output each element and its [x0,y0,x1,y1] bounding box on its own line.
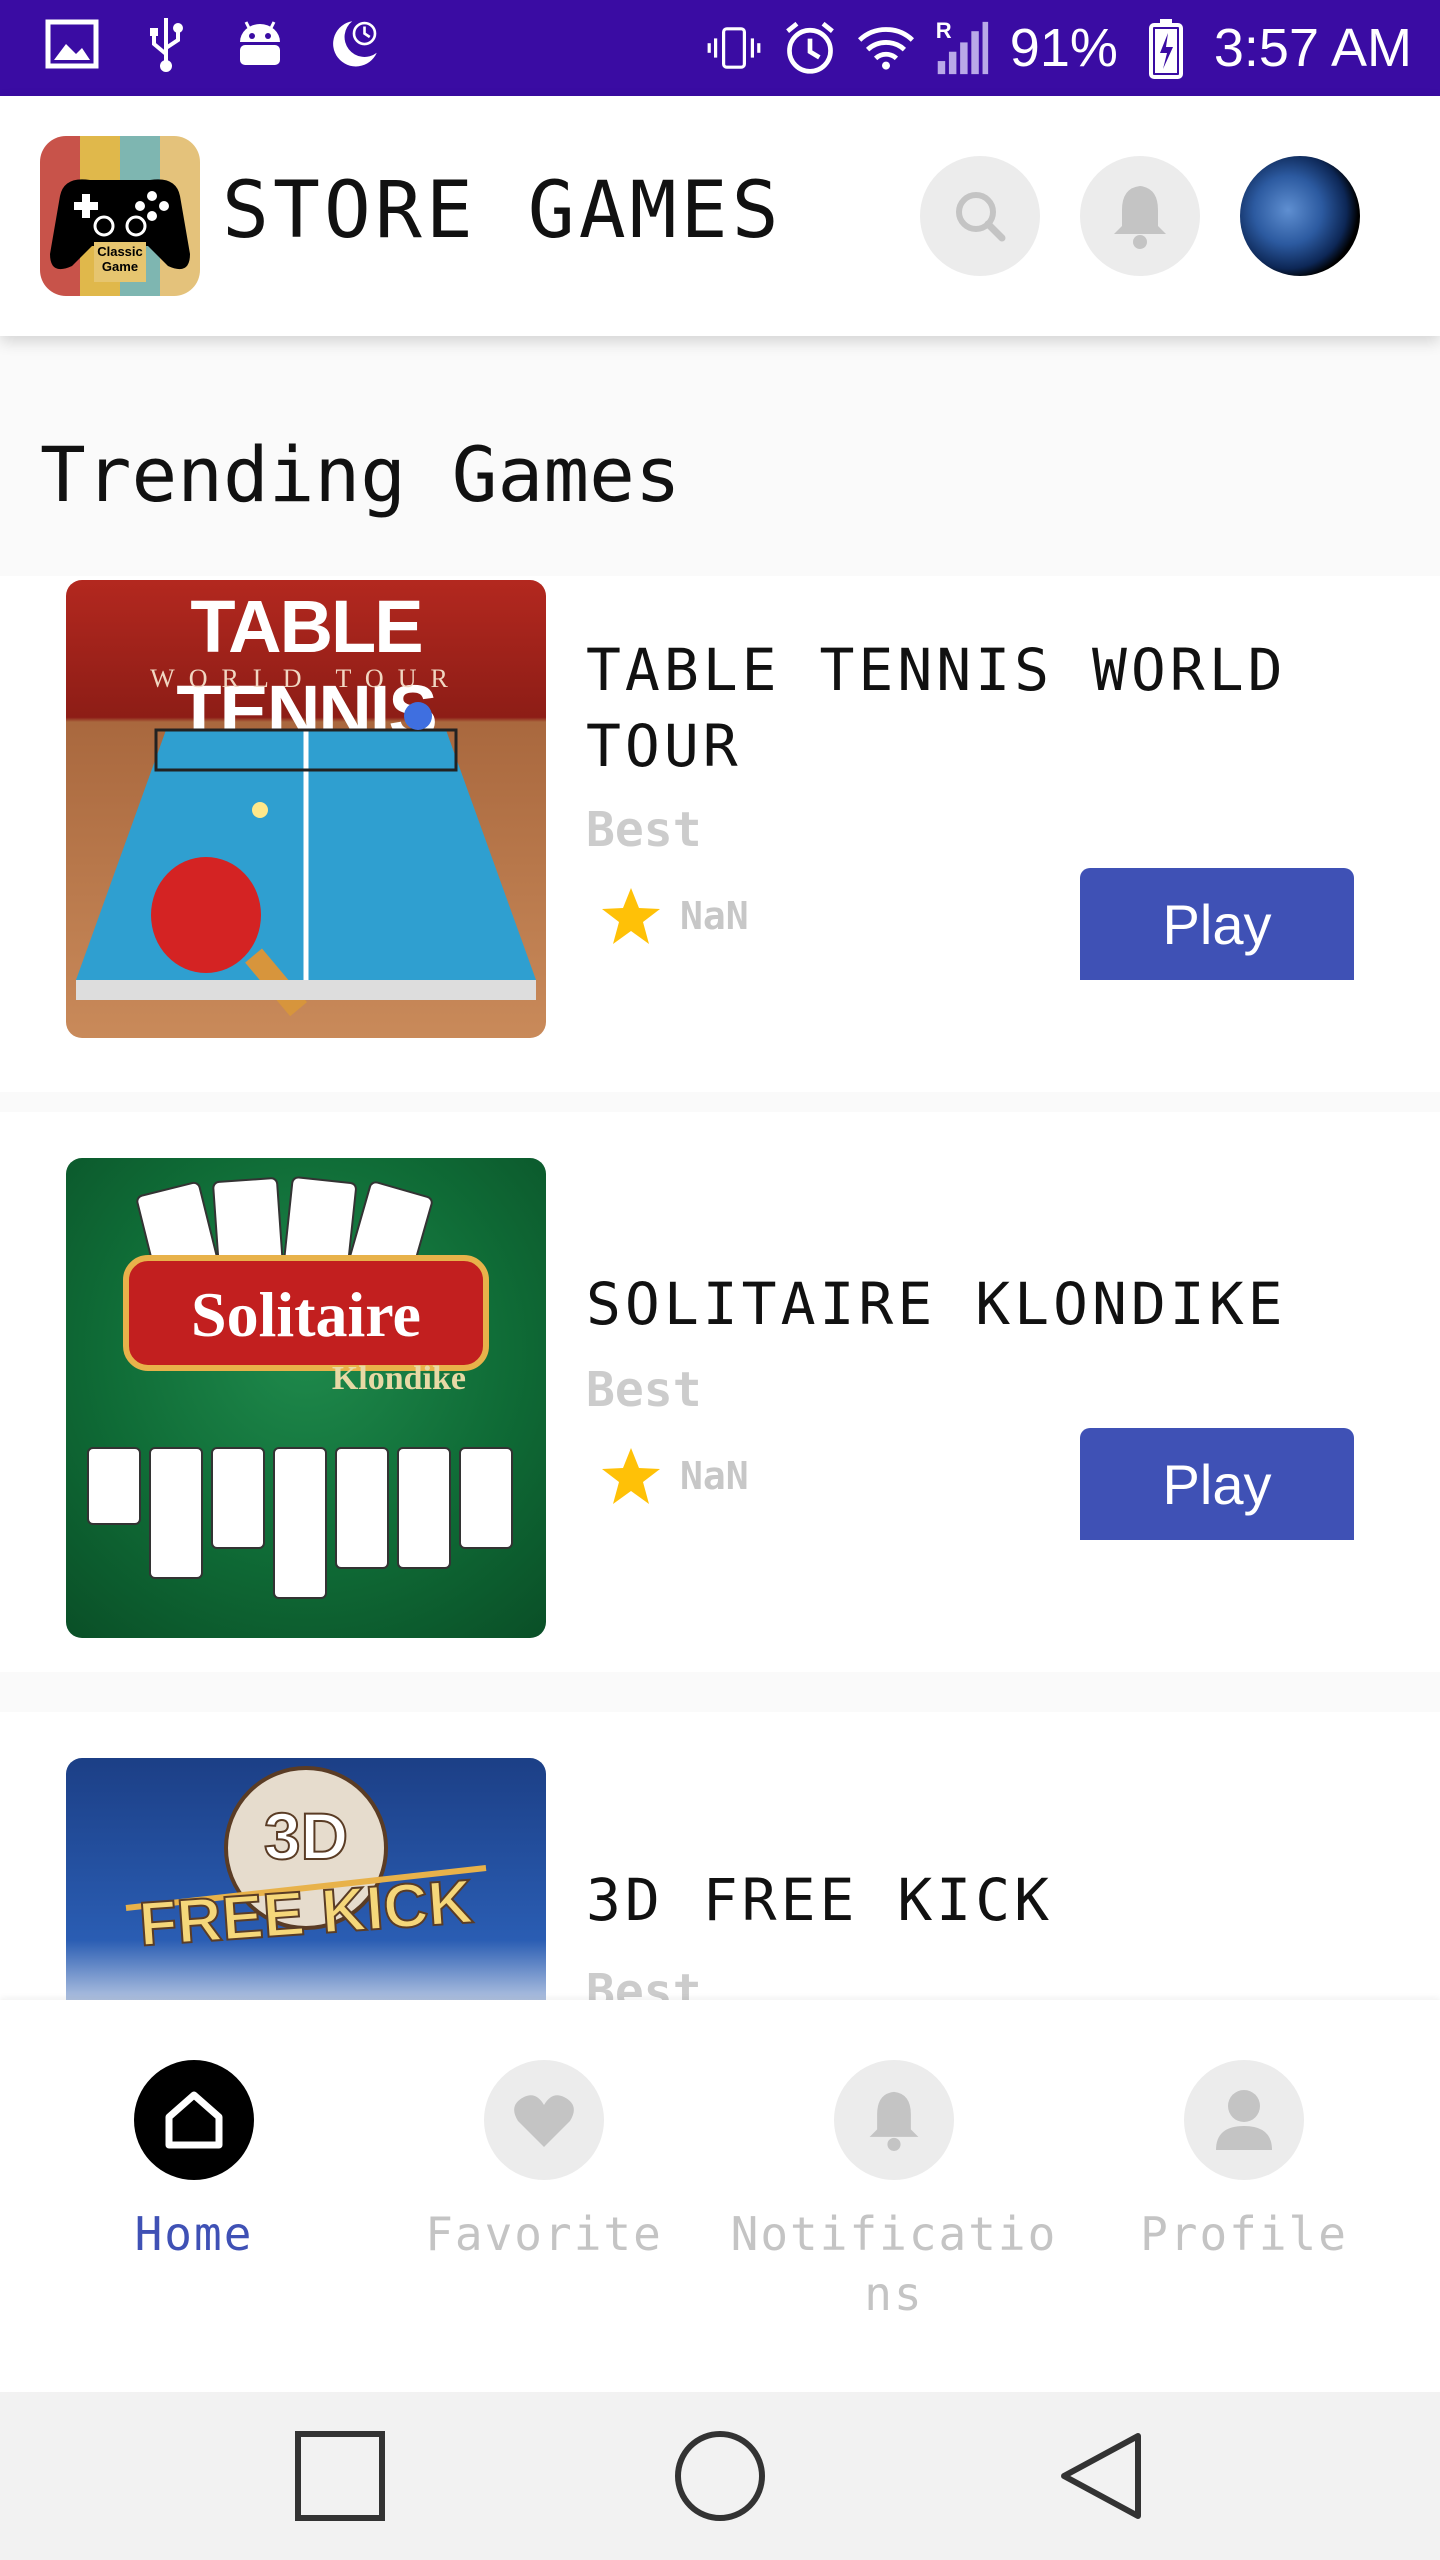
usb-icon [138,14,194,74]
game-subtitle: Best [586,1362,702,1418]
game-card[interactable]: 3D FREE KICK 3D FREE KICK Best [0,1712,1440,2020]
section-title: Trending Games [40,430,681,519]
battery-icon [1138,18,1194,79]
status-bar: R 91% 3:57 AM [0,0,1440,96]
vibrate-icon [706,18,762,78]
notifications-button[interactable] [834,2060,954,2180]
bell-icon [1114,186,1166,249]
heart-icon [514,2095,574,2147]
table-tennis-art [76,702,536,1017]
star-icon [602,1448,660,1504]
roaming-label: R [935,18,952,43]
game-thumbnail[interactable]: TABLE TENNIS WORLD TOUR [66,580,546,1038]
game-card[interactable]: TABLE TENNIS WORLD TOUR TABLE TENNIS WOR… [0,576,1440,1092]
person-icon [1216,2090,1272,2150]
nav-item-home[interactable]: Home [24,2060,364,2264]
game-subtitle: Best [586,802,702,858]
android-icon [232,14,288,74]
clock: 3:57 AM [1213,18,1412,78]
search-button[interactable] [920,156,1040,276]
game-thumbnail[interactable]: 3D FREE KICK [66,1758,546,2018]
game-card[interactable]: Solitaire Klondike SOLITAIRE KLONDIKE Be… [0,1112,1440,1672]
system-navigation-bar [0,2392,1440,2560]
favorite-button[interactable] [484,2060,604,2180]
circle-icon [675,2431,765,2521]
nav-item-favorite[interactable]: Favorite [374,2060,714,2264]
nav-item-profile[interactable]: Profile [1074,2060,1414,2264]
home-system-button[interactable] [670,2426,770,2526]
game-thumbnail[interactable]: Solitaire Klondike [66,1158,546,1638]
bottom-navigation: Home Favorite Notifications Profile [0,2000,1440,2392]
logo-text: Classic Game [97,244,143,274]
signal-icon: R [934,18,990,78]
back-button[interactable] [1052,2426,1152,2526]
home-icon [165,2091,223,2149]
game-title: TABLE TENNIS WORLD TOUR [586,636,1287,780]
recents-button[interactable] [290,2426,390,2526]
rating: NaN [600,1446,749,1506]
nav-label-favorite: Favorite [425,2207,663,2261]
moon-icon [326,14,382,74]
rating-value: NaN [680,894,749,938]
nav-label-notifications: Notifications [730,2207,1058,2321]
alarm-icon [782,18,838,78]
thumb-title: Solitaire [191,1279,421,1350]
app-title: STORE GAMES [222,166,783,256]
profile-button[interactable] [1184,2060,1304,2180]
app-logo[interactable]: Classic Game [40,136,200,296]
game-title: SOLITAIRE KLONDIKE [586,1270,1287,1338]
play-button[interactable]: Play [1080,868,1354,980]
nav-label-profile: Profile [1140,2207,1348,2261]
nav-label-home: Home [134,2207,254,2261]
thumb-subtitle: Klondike [331,1360,466,1397]
play-button[interactable]: Play [1080,1428,1354,1540]
square-icon [295,2431,385,2521]
app-bar: Classic Game STORE GAMES [0,96,1440,336]
star-icon [602,888,660,944]
game-title: 3D FREE KICK [586,1866,1054,1934]
home-button[interactable] [134,2060,254,2180]
wifi-icon [857,18,914,78]
image-icon [44,14,100,74]
solitaire-art [87,1176,513,1599]
rating: NaN [600,886,749,946]
battery-percent: 91% [1009,18,1118,78]
notification-button[interactable] [1080,156,1200,276]
avatar[interactable] [1240,156,1360,276]
bell-icon [869,2091,919,2151]
search-icon [956,192,1006,242]
rating-value: NaN [680,1454,749,1498]
thumb-title: 3D [263,1798,349,1874]
nav-item-notifications[interactable]: Notifications [724,2060,1064,2324]
back-triangle-icon [1061,2433,1141,2519]
